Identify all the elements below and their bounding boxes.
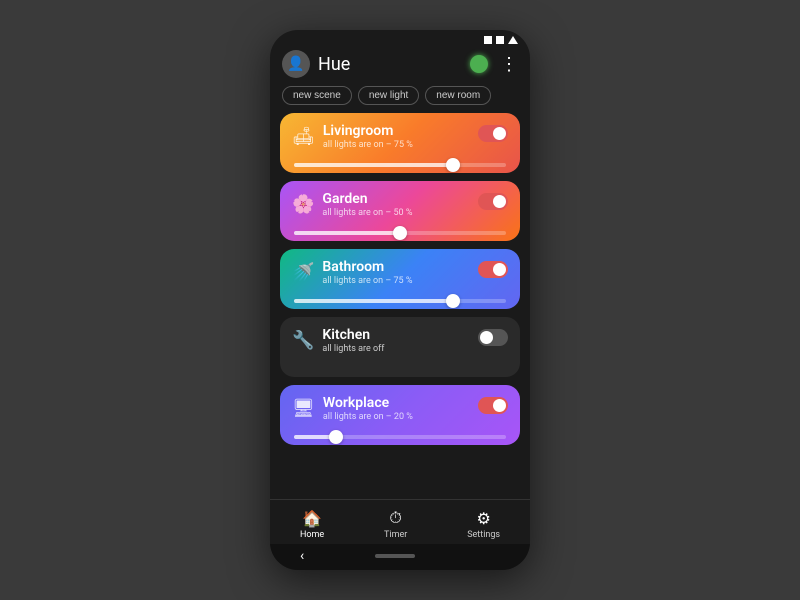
action-buttons-row: new scene new light new room	[270, 86, 530, 113]
new-light-button[interactable]: new light	[358, 86, 419, 105]
bottom-navigation: 🏠 Home ⏱ Timer ⚙ Settings	[270, 499, 530, 544]
slider-thumb-livingroom	[446, 158, 460, 172]
nav-timer[interactable]: ⏱ Timer	[384, 508, 407, 540]
room-icon-kitchen: 🔧	[292, 330, 314, 351]
slider-thumb-bathroom	[446, 294, 460, 308]
back-icon[interactable]: ‹	[300, 548, 304, 564]
toggle-workplace[interactable]	[478, 397, 508, 414]
slider-thumb-garden	[393, 226, 407, 240]
room-status-kitchen: all lights are off	[322, 344, 384, 354]
settings-icon: ⚙	[476, 509, 490, 528]
room-info-garden: 🌸 Gardenall lights are on – 50 %	[292, 191, 412, 218]
slider-fill-livingroom	[294, 163, 453, 167]
app-title: Hue	[318, 54, 462, 75]
new-scene-button[interactable]: new scene	[282, 86, 352, 105]
slider-fill-bathroom	[294, 299, 453, 303]
nav-timer-label: Timer	[384, 530, 407, 540]
power-status-dot	[470, 55, 488, 73]
room-status-workplace: all lights are on – 20 %	[323, 412, 413, 422]
room-card-workplace[interactable]: 🖥 Workplaceall lights are on – 20 %	[280, 385, 520, 445]
nav-settings-label: Settings	[467, 530, 500, 540]
slider-container-workplace[interactable]	[292, 435, 508, 439]
avatar-icon: 👤	[287, 56, 304, 72]
room-info-kitchen: 🔧 Kitchenall lights are off	[292, 327, 384, 354]
room-info-bathroom: 🚿 Bathroomall lights are on – 75 %	[292, 259, 412, 286]
room-card-top-workplace: 🖥 Workplaceall lights are on – 20 %	[292, 395, 508, 422]
room-name-bathroom: Bathroom	[322, 259, 412, 275]
room-name-garden: Garden	[322, 191, 412, 207]
home-icon: 🏠	[302, 509, 322, 528]
app-header: 👤 Hue ⋮	[270, 46, 530, 86]
toggle-knob-kitchen	[480, 331, 493, 344]
room-icon-workplace: 🖥	[292, 398, 315, 419]
room-card-livingroom[interactable]: 🛋 Livingroomall lights are on – 75 %	[280, 113, 520, 173]
room-card-top-livingroom: 🛋 Livingroomall lights are on – 75 %	[292, 123, 508, 150]
room-status-livingroom: all lights are on – 75 %	[323, 140, 413, 150]
new-room-button[interactable]: new room	[425, 86, 491, 105]
room-status-bathroom: all lights are on – 75 %	[322, 276, 412, 286]
slider-track-workplace	[294, 435, 506, 439]
phone-frame: 👤 Hue ⋮ new scene new light new room 🛋 Li…	[270, 30, 530, 570]
room-card-top-kitchen: 🔧 Kitchenall lights are off	[292, 327, 508, 354]
system-navigation: ‹	[270, 544, 530, 570]
room-card-kitchen[interactable]: 🔧 Kitchenall lights are off	[280, 317, 520, 377]
room-icon-garden: 🌸	[292, 194, 314, 215]
room-card-top-garden: 🌸 Gardenall lights are on – 50 %	[292, 191, 508, 218]
room-card-top-bathroom: 🚿 Bathroomall lights are on – 75 %	[292, 259, 508, 286]
room-icon-livingroom: 🛋	[292, 126, 315, 147]
toggle-kitchen[interactable]	[478, 329, 508, 346]
room-icon-bathroom: 🚿	[292, 262, 314, 283]
home-bar[interactable]	[375, 554, 415, 558]
slider-thumb-workplace	[329, 430, 343, 444]
nav-settings[interactable]: ⚙ Settings	[467, 509, 500, 540]
room-name-kitchen: Kitchen	[322, 327, 384, 343]
status-bar	[270, 30, 530, 46]
status-icon-1	[484, 36, 492, 44]
toggle-garden[interactable]	[478, 193, 508, 210]
slider-container-livingroom[interactable]	[292, 163, 508, 167]
toggle-knob-workplace	[493, 399, 506, 412]
status-icon-3	[508, 36, 518, 44]
toggle-knob-garden	[493, 195, 506, 208]
room-status-garden: all lights are on – 50 %	[322, 208, 412, 218]
status-icon-2	[496, 36, 504, 44]
toggle-knob-bathroom	[493, 263, 506, 276]
toggle-knob-livingroom	[493, 127, 506, 140]
room-name-workplace: Workplace	[323, 395, 413, 411]
nav-home[interactable]: 🏠 Home	[300, 509, 324, 540]
slider-track-bathroom	[294, 299, 506, 303]
toggle-livingroom[interactable]	[478, 125, 508, 142]
toggle-bathroom[interactable]	[478, 261, 508, 278]
more-options-icon[interactable]: ⋮	[500, 54, 518, 75]
rooms-list: 🛋Livingroomall lights are on – 75 %🌸Gard…	[270, 113, 530, 499]
slider-track-garden	[294, 231, 506, 235]
nav-home-label: Home	[300, 530, 324, 540]
slider-container-bathroom[interactable]	[292, 299, 508, 303]
slider-track-livingroom	[294, 163, 506, 167]
room-card-garden[interactable]: 🌸 Gardenall lights are on – 50 %	[280, 181, 520, 241]
slider-fill-garden	[294, 231, 400, 235]
avatar[interactable]: 👤	[282, 50, 310, 78]
timer-icon: ⏱	[389, 508, 401, 528]
room-info-workplace: 🖥 Workplaceall lights are on – 20 %	[292, 395, 413, 422]
room-card-bathroom[interactable]: 🚿 Bathroomall lights are on – 75 %	[280, 249, 520, 309]
room-name-livingroom: Livingroom	[323, 123, 413, 139]
room-info-livingroom: 🛋 Livingroomall lights are on – 75 %	[292, 123, 413, 150]
slider-container-garden[interactable]	[292, 231, 508, 235]
